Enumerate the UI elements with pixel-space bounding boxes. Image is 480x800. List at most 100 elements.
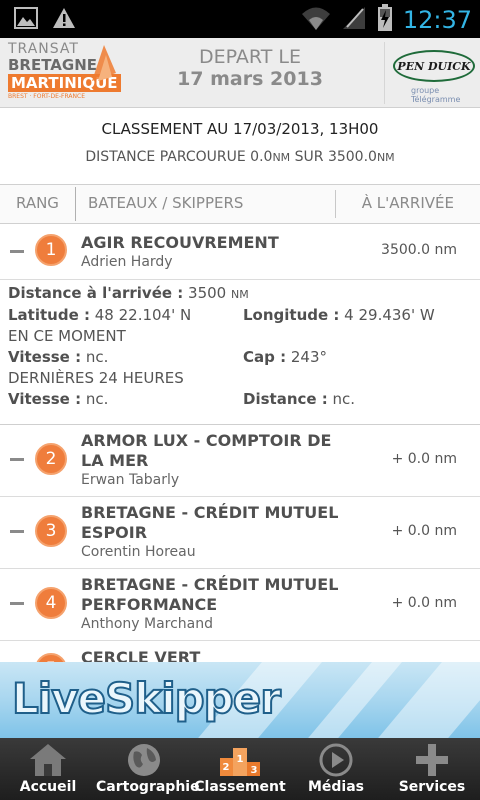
table-row[interactable]: 4 BRETAGNE - CRÉDIT MUTUEL PERFORMANCE A… <box>0 569 480 641</box>
distance-unit: NM <box>376 151 395 164</box>
podium-icon: 213 <box>218 742 262 782</box>
detail-distance-24h: Distance : nc. <box>243 390 355 408</box>
nav-label: Classement <box>194 779 286 795</box>
sail-icon <box>88 43 118 87</box>
race-header: TRANSAT BRETAGNE MARTINIQUE BREST · FORT… <box>0 38 480 108</box>
warning-icon <box>52 7 76 33</box>
nav-accueil[interactable]: Accueil <box>0 738 96 800</box>
column-rang[interactable]: RANG <box>16 194 59 212</box>
detail-label: Cap : <box>243 348 287 366</box>
svg-text:1: 1 <box>237 754 244 765</box>
sponsor-subtitle: groupe Télégramme <box>411 86 461 104</box>
nav-label: Médias <box>307 779 365 795</box>
detail-value: 3500 <box>183 284 231 302</box>
collapse-icon[interactable] <box>10 250 24 253</box>
table-row[interactable]: 1 AGIR RECOUVREMENT Adrien Hardy 3500.0 … <box>0 224 480 280</box>
rank-badge: 3 <box>35 515 67 547</box>
skipper-name: Corentin Horeau <box>81 544 196 560</box>
detail-cap: Cap : 243° <box>243 348 327 366</box>
nav-cartographie[interactable]: Cartographie <box>96 738 200 800</box>
battery-charging-icon <box>377 4 393 36</box>
table-row[interactable]: 3 BRETAGNE - CRÉDIT MUTUEL ESPOIR Corent… <box>0 497 480 569</box>
distance-prefix: DISTANCE PARCOURUE 0.0 <box>85 149 273 165</box>
boat-name: ARMOR LUX - COMPTOIR DE LA MER <box>81 431 332 470</box>
logo-line-route: BREST · FORT-DE-FRANCE <box>8 93 85 100</box>
distance-unit: NM <box>272 151 291 164</box>
clock-time: 12:37 <box>402 6 472 34</box>
app-root: 12:37 TRANSAT BRETAGNE MARTINIQUE BREST … <box>0 0 480 800</box>
distance-gap: + 0.0 nm <box>391 523 457 539</box>
detail-label: Vitesse : <box>8 348 82 366</box>
nav-medias[interactable]: Médias <box>288 738 384 800</box>
rank-badge: 1 <box>35 234 67 266</box>
detail-distance: Distance à l'arrivée : 3500 NM <box>8 284 249 302</box>
pen-duick-oval: PEN DUICK <box>393 50 475 82</box>
departure-label: DEPART LE <box>199 46 301 68</box>
detail-label: Distance : <box>243 390 328 408</box>
nav-services[interactable]: Services <box>384 738 480 800</box>
departure-date: 17 mars 2013 <box>177 68 323 90</box>
race-logo[interactable]: TRANSAT BRETAGNE MARTINIQUE BREST · FORT… <box>8 41 121 105</box>
distance-covered: DISTANCE PARCOURUE 0.0NM SUR 3500.0NM <box>0 149 480 165</box>
expand-icon[interactable] <box>10 458 24 461</box>
detail-label: Latitude : <box>8 306 90 324</box>
table-row[interactable]: 2 ARMOR LUX - COMPTOIR DE LA MER Erwan T… <box>0 425 480 497</box>
expand-icon[interactable] <box>10 530 24 533</box>
detail-label: Vitesse : <box>8 390 82 408</box>
column-bateaux[interactable]: BATEAUX / SKIPPERS <box>88 194 243 212</box>
sponsor-logo[interactable]: PEN DUICK groupe Télégramme <box>384 42 476 104</box>
banner-logo-text: LiveSkipper <box>11 673 282 724</box>
detail-label: Longitude : <box>243 306 340 324</box>
nav-classement[interactable]: 213 Classement <box>192 738 288 800</box>
expand-icon[interactable] <box>10 602 24 605</box>
svg-text:3: 3 <box>251 765 258 776</box>
detail-label: Distance à l'arrivée : <box>8 284 184 302</box>
bottom-nav: Accueil Cartographie 213 Classement Médi… <box>0 738 480 800</box>
rank-badge: 4 <box>35 587 67 619</box>
distance-gap: + 0.0 nm <box>391 595 457 611</box>
skipper-name: Adrien Hardy <box>81 254 173 270</box>
column-arrivee[interactable]: À L'ARRIVÉE <box>362 194 454 212</box>
boat-name: BRETAGNE - CRÉDIT MUTUEL PERFORMANCE <box>81 575 339 614</box>
skipper-name: Anthony Marchand <box>81 616 214 632</box>
detail-now-heading: EN CE MOMENT <box>8 327 126 345</box>
wifi-icon <box>301 5 331 35</box>
detail-value: nc. <box>327 390 356 408</box>
detail-speed: Vitesse : nc. <box>8 348 108 366</box>
nav-label: Services <box>398 779 466 795</box>
rank-badge: 2 <box>35 443 67 475</box>
boat-detail-panel: Distance à l'arrivée : 3500 NM Latitude … <box>0 280 480 425</box>
nav-label: Cartographie <box>96 779 200 795</box>
distance-to-finish: 3500.0 nm <box>381 242 457 258</box>
ranking-summary: CLASSEMENT AU 17/03/2013, 13H00 DISTANCE… <box>0 108 480 184</box>
column-divider <box>335 190 336 218</box>
no-signal-icon <box>341 5 367 35</box>
sponsor-name: PEN DUICK <box>397 59 471 73</box>
detail-longitude: Longitude : 4 29.436' W <box>243 306 435 324</box>
liveskipper-banner[interactable]: LiveSkipper <box>0 662 480 738</box>
detail-value: nc. <box>81 390 109 408</box>
boat-name: AGIR RECOUVREMENT <box>81 233 279 252</box>
detail-speed-24h: Vitesse : nc. <box>8 390 108 408</box>
status-bar: 12:37 <box>0 0 480 38</box>
detail-unit: NM <box>230 288 249 301</box>
classement-timestamp: CLASSEMENT AU 17/03/2013, 13H00 <box>101 120 379 138</box>
globe-icon <box>125 742 163 782</box>
departure-info: DEPART LE 17 mars 2013 <box>128 46 372 90</box>
detail-value: 243° <box>286 348 327 366</box>
boat-name: BRETAGNE - CRÉDIT MUTUEL ESPOIR <box>81 503 339 542</box>
column-divider <box>75 187 76 221</box>
table-header: RANG BATEAUX / SKIPPERS À L'ARRIVÉE <box>0 184 480 224</box>
plus-icon <box>413 742 451 782</box>
distance-total: SUR 3500.0 <box>290 149 377 165</box>
distance-gap: + 0.0 nm <box>391 451 457 467</box>
detail-value: 4 29.436' W <box>339 306 435 324</box>
nav-label: Accueil <box>19 779 77 795</box>
home-icon <box>28 742 68 782</box>
detail-latitude: Latitude : 48 22.104' N <box>8 306 191 324</box>
skipper-name: Erwan Tabarly <box>81 472 180 488</box>
image-notification-icon <box>14 7 38 33</box>
detail-last24-heading: DERNIÈRES 24 HEURES <box>8 369 184 387</box>
play-icon <box>317 742 355 782</box>
detail-value: 48 22.104' N <box>89 306 192 324</box>
